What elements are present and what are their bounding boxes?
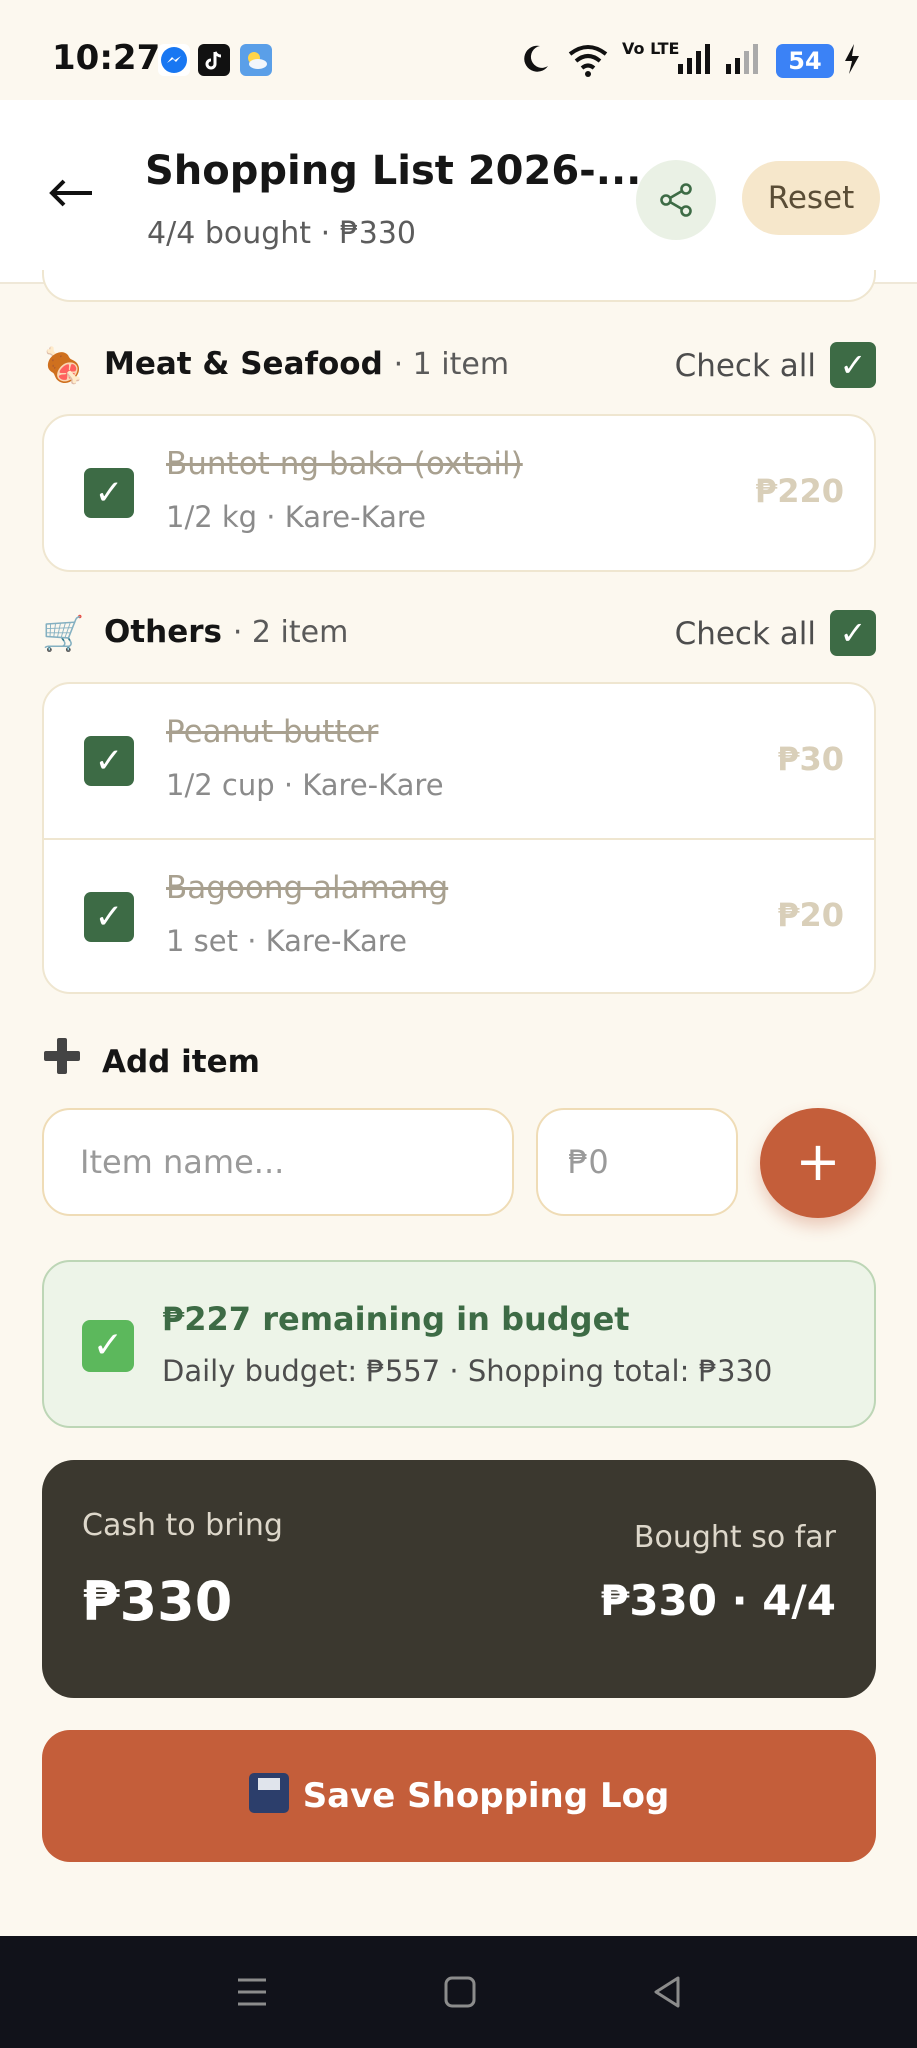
cash-summary-card: Cash to bring ₱330 Bought so far ₱330 · …: [42, 1460, 876, 1698]
check-all-label[interactable]: Check all: [675, 348, 816, 384]
items-card-others: ✓ Peanut butter 1/2 cup · Kare-Kare ₱30 …: [42, 682, 876, 994]
battery-indicator: 54: [776, 44, 834, 78]
back-arrow-icon[interactable]: [48, 172, 94, 216]
budget-detail: Daily budget: ₱557 · Shopping total: ₱33…: [162, 1354, 773, 1388]
item-checkbox[interactable]: ✓: [84, 468, 134, 518]
item-name-input[interactable]: Item name...: [42, 1108, 514, 1216]
messenger-icon: [158, 44, 190, 76]
list-item[interactable]: ✓ Peanut butter 1/2 cup · Kare-Kare ₱30: [44, 684, 874, 838]
list-item[interactable]: ✓ Buntot ng baka (oxtail) 1/2 kg · Kare-…: [44, 416, 874, 570]
home-icon[interactable]: [436, 1968, 484, 2016]
section-count: · 1 item: [393, 347, 510, 382]
cash-label: Cash to bring: [82, 1508, 283, 1543]
check-all-checkbox[interactable]: ✓: [830, 610, 876, 656]
page-title: Shopping List 2026-...: [145, 148, 642, 194]
moon-icon: [518, 42, 552, 84]
item-name: Peanut butter: [166, 714, 379, 750]
section-title-text: Others: [104, 614, 223, 650]
network-label: Vo LTE: [622, 39, 680, 58]
section-count: · 2 item: [232, 615, 349, 650]
section-header-others: 🛒 Others · 2 item Check all ✓: [42, 608, 876, 658]
budget-status-card: ✓ ₱227 remaining in budget Daily budget:…: [42, 1260, 876, 1428]
item-name: Buntot ng baka (oxtail): [166, 446, 523, 482]
item-detail: 1 set · Kare-Kare: [166, 924, 407, 958]
recent-apps-icon[interactable]: [228, 1968, 276, 2016]
signal-icon-secondary: [724, 42, 760, 84]
system-navigation-bar: [0, 1936, 917, 2048]
list-item[interactable]: ✓ Bagoong alamang 1 set · Kare-Kare ₱20: [44, 838, 874, 992]
section-title: Others · 2 item: [104, 614, 348, 650]
item-name: Bagoong alamang: [166, 870, 449, 906]
status-time: 10:27: [52, 38, 161, 78]
tiktok-icon: [198, 44, 230, 76]
item-checkbox[interactable]: ✓: [84, 892, 134, 942]
item-checkbox[interactable]: ✓: [84, 736, 134, 786]
item-detail: 1/2 kg · Kare-Kare: [166, 500, 427, 534]
item-price: ₱220: [754, 472, 844, 510]
add-item-heading: Add item: [42, 1036, 260, 1086]
charging-icon: [842, 42, 862, 84]
check-mark-icon: ✓: [82, 1320, 134, 1372]
share-button[interactable]: [636, 160, 716, 240]
bought-value: ₱330 · 4/4: [600, 1576, 836, 1625]
section-title-text: Meat & Seafood: [104, 346, 383, 382]
wifi-icon: [566, 42, 610, 86]
add-item-title: Add item: [102, 1044, 260, 1080]
signal-icon: [676, 42, 712, 84]
add-item-button[interactable]: +: [760, 1108, 876, 1218]
item-detail: 1/2 cup · Kare-Kare: [166, 768, 444, 802]
item-price: ₱30: [777, 740, 844, 778]
page-subtitle: 4/4 bought · ₱330: [147, 216, 417, 251]
cart-icon: 🛒: [42, 614, 85, 654]
cash-value: ₱330: [82, 1570, 233, 1633]
budget-remaining: ₱227 remaining in budget: [162, 1300, 630, 1338]
item-price: ₱20: [777, 896, 844, 934]
check-all-checkbox[interactable]: ✓: [830, 342, 876, 388]
status-bar: 10:27 Vo LTE 54: [0, 0, 917, 100]
bought-label: Bought so far: [633, 1520, 836, 1555]
save-label: Save Shopping Log: [302, 1776, 670, 1816]
reset-button[interactable]: Reset: [742, 161, 880, 235]
weather-icon: [240, 44, 272, 76]
app-header: Shopping List 2026-... 4/4 bought · ₱330…: [0, 100, 917, 284]
meat-icon: 🍖: [42, 346, 85, 386]
items-card-meat-seafood: ✓ Buntot ng baka (oxtail) 1/2 kg · Kare-…: [42, 414, 876, 572]
previous-category-card: [42, 270, 876, 302]
check-all-label[interactable]: Check all: [675, 616, 816, 652]
floppy-disk-icon: [248, 1773, 289, 1813]
plus-icon: [42, 1036, 82, 1086]
section-header-meat-seafood: 🍖 Meat & Seafood · 1 item Check all ✓: [42, 340, 876, 390]
section-title: Meat & Seafood · 1 item: [104, 346, 509, 382]
share-icon: [660, 183, 692, 217]
save-shopping-log-button[interactable]: Save Shopping Log: [42, 1730, 876, 1862]
back-icon[interactable]: [644, 1968, 692, 2016]
item-price-input[interactable]: ₱0: [536, 1108, 738, 1216]
